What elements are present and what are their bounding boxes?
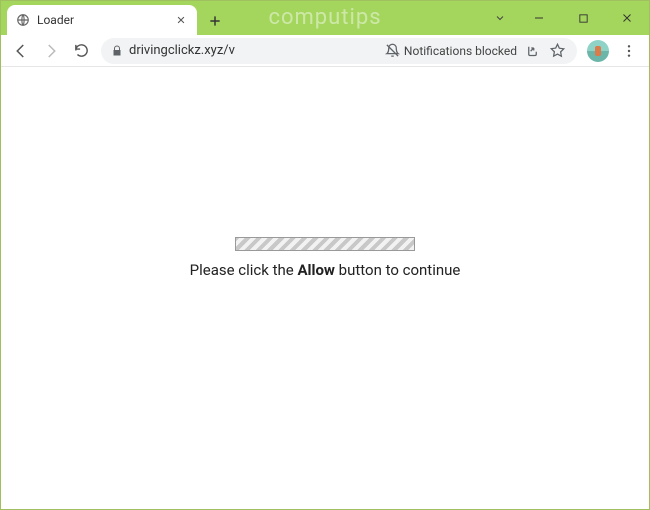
profile-avatar[interactable] — [587, 40, 609, 62]
bell-off-icon — [385, 43, 400, 58]
kebab-menu-icon[interactable] — [615, 37, 643, 65]
share-icon[interactable] — [523, 43, 542, 58]
close-icon[interactable] — [173, 12, 189, 28]
back-button[interactable] — [7, 37, 35, 65]
maximize-button[interactable] — [561, 1, 605, 35]
watermark: computips — [268, 5, 381, 30]
msg-bold: Allow — [297, 261, 335, 279]
progress-bar — [235, 237, 415, 251]
browser-window: Loader computips — [0, 0, 650, 510]
lock-icon — [111, 45, 123, 57]
msg-post: button to continue — [335, 261, 460, 279]
globe-icon — [15, 12, 31, 28]
titlebar: Loader computips — [1, 1, 649, 35]
forward-button[interactable] — [37, 37, 65, 65]
chevron-down-icon[interactable] — [483, 1, 517, 35]
close-window-button[interactable] — [605, 1, 649, 35]
new-tab-button[interactable] — [201, 7, 229, 35]
notifications-blocked-chip[interactable]: Notifications blocked — [385, 43, 517, 58]
tab-strip: Loader — [1, 1, 229, 35]
address-bar[interactable]: drivingclickz.xyz/v Notifications blocke… — [101, 38, 577, 64]
window-controls — [483, 1, 649, 35]
star-icon[interactable] — [548, 43, 567, 58]
prompt-message: Please click the Allow button to continu… — [190, 261, 461, 279]
reload-button[interactable] — [67, 37, 95, 65]
notifications-blocked-label: Notifications blocked — [404, 44, 517, 58]
page-content: Please click the Allow button to continu… — [1, 67, 649, 509]
url-text: drivingclickz.xyz/v — [129, 43, 379, 58]
toolbar: drivingclickz.xyz/v Notifications blocke… — [1, 35, 649, 67]
tab-loader[interactable]: Loader — [7, 5, 197, 35]
minimize-button[interactable] — [517, 1, 561, 35]
msg-pre: Please click the — [190, 261, 298, 279]
tab-title: Loader — [37, 13, 167, 27]
